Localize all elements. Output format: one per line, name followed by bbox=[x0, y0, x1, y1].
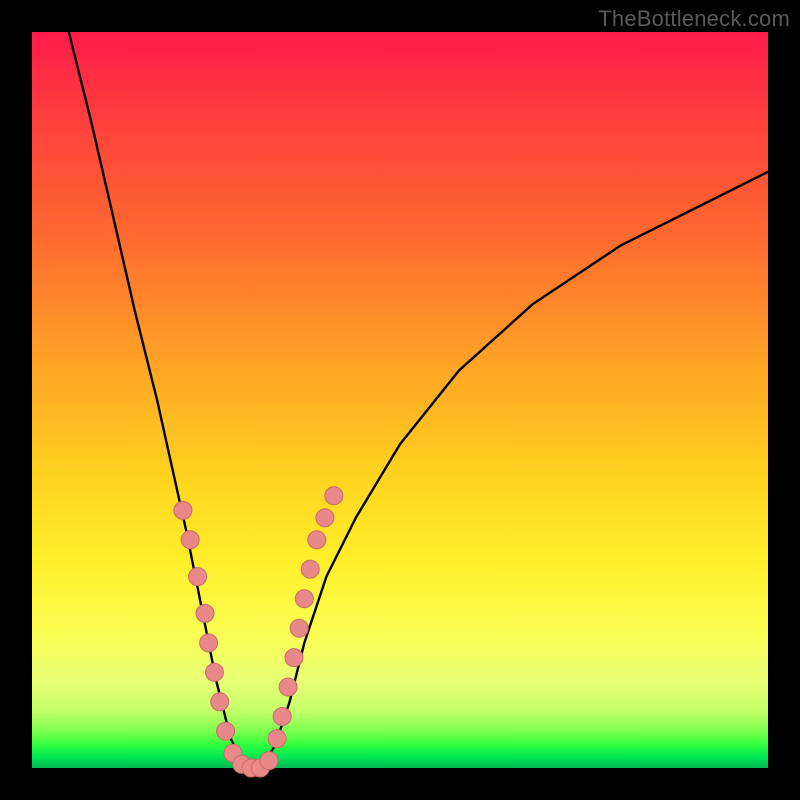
chart-svg bbox=[32, 32, 768, 768]
marker-dot bbox=[308, 531, 326, 549]
marker-dot bbox=[268, 730, 286, 748]
marker-dot bbox=[174, 501, 192, 519]
marker-dot bbox=[206, 663, 224, 681]
marker-layer bbox=[174, 487, 343, 777]
marker-dot bbox=[260, 752, 278, 770]
marker-dot bbox=[200, 634, 218, 652]
marker-dot bbox=[189, 568, 207, 586]
outer-frame: TheBottleneck.com bbox=[0, 0, 800, 800]
marker-dot bbox=[181, 531, 199, 549]
marker-dot bbox=[273, 708, 291, 726]
marker-dot bbox=[217, 722, 235, 740]
marker-dot bbox=[295, 590, 313, 608]
marker-dot bbox=[301, 560, 319, 578]
bottleneck-curve bbox=[69, 32, 768, 768]
marker-dot bbox=[279, 678, 297, 696]
marker-dot bbox=[325, 487, 343, 505]
plot-area bbox=[32, 32, 768, 768]
marker-dot bbox=[196, 604, 214, 622]
marker-dot bbox=[211, 693, 229, 711]
marker-dot bbox=[290, 619, 308, 637]
watermark-text: TheBottleneck.com bbox=[598, 6, 790, 32]
marker-dot bbox=[285, 649, 303, 667]
marker-dot bbox=[316, 509, 334, 527]
curve-layer bbox=[69, 32, 768, 768]
